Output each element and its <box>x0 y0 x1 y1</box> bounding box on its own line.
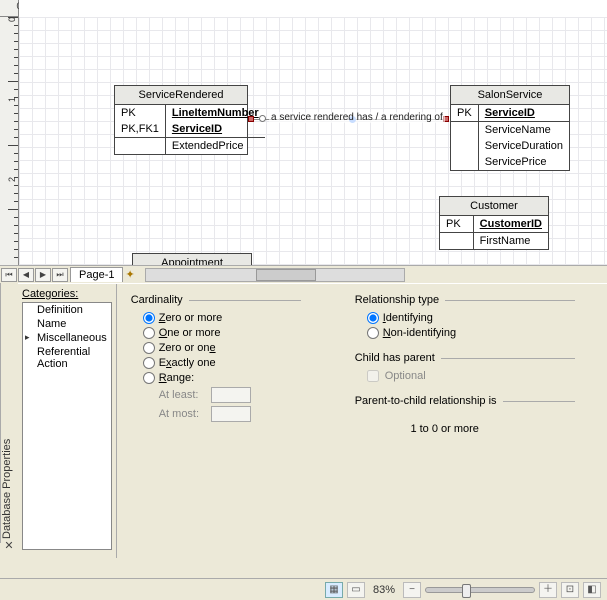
key-label: PK <box>115 105 165 121</box>
categories-label: Categories: <box>22 288 112 300</box>
h-scroll-thumb[interactable] <box>256 269 316 281</box>
at-most-label: At most: <box>159 408 205 420</box>
zoom-percent: 83% <box>373 584 395 596</box>
attr-name: ExtendedPrice <box>165 138 264 154</box>
entity-salon-service[interactable]: SalonService PK ServiceID ServiceName Ser… <box>450 85 570 171</box>
at-least-input[interactable] <box>211 387 251 403</box>
zoom-slider[interactable] <box>425 587 535 593</box>
zoom-in-button[interactable]: ＋ <box>539 582 557 598</box>
key-label: PK,FK1 <box>115 121 165 138</box>
radio-label: Zero or more <box>159 312 223 324</box>
relationship-handle-left[interactable] <box>248 116 254 122</box>
nav-last-button[interactable]: ⏭ <box>52 268 68 282</box>
at-least-label: At least: <box>159 389 205 401</box>
ruler-vertical: 012 <box>0 17 19 265</box>
radio-label: Exactly one <box>159 357 216 369</box>
child-has-parent-title: Child has parent <box>355 352 435 364</box>
cardinality-one-or-more-radio[interactable] <box>143 327 155 339</box>
canvas[interactable]: ServiceRendered PK LineItemNumber PK,FK1 S… <box>19 0 607 265</box>
nav-first-button[interactable]: ⏮ <box>1 268 17 282</box>
radio-label: Non-identifying <box>383 327 456 339</box>
nav-prev-button[interactable]: ◀ <box>18 268 34 282</box>
attr-name: ServiceName <box>478 122 569 138</box>
radio-label: Range: <box>159 372 194 384</box>
entity-appointment[interactable]: Appointment <box>132 253 252 265</box>
properties-close-button[interactable]: ✕ <box>3 540 15 552</box>
properties-pane-title: Database Properties <box>0 283 18 543</box>
child-optional-checkbox[interactable] <box>367 370 379 382</box>
cardinality-exactly-one-radio[interactable] <box>143 357 155 369</box>
relationship-type-title: Relationship type <box>355 294 439 306</box>
view-mode-icon[interactable]: ▦ <box>325 582 343 598</box>
database-properties-pane: Categories: DefinitionNameMiscellaneousR… <box>18 283 607 558</box>
entity-customer[interactable]: Customer PK CustomerID FirstName <box>439 196 549 250</box>
presentation-icon[interactable]: ▭ <box>347 582 365 598</box>
fit-page-button[interactable]: ⊡ <box>561 582 579 598</box>
zoom-out-button[interactable]: − <box>403 582 421 598</box>
ptc-value: 1 to 0 or more <box>355 413 535 445</box>
entity-title: Appointment <box>133 254 251 265</box>
cardinality-zero-or-one-radio[interactable] <box>143 342 155 354</box>
category-item[interactable]: Name <box>23 317 111 331</box>
relationship-identifying-radio[interactable] <box>367 312 379 324</box>
attr-name: ServiceDuration <box>478 138 569 154</box>
attr-name: CustomerID <box>480 218 542 230</box>
radio-label: One or more <box>159 327 221 339</box>
category-item[interactable]: Miscellaneous <box>23 331 111 345</box>
relationship-cardinality-dot <box>259 115 266 122</box>
category-list[interactable]: DefinitionNameMiscellaneousReferential A… <box>22 302 112 550</box>
attr-name: LineItemNumber <box>172 107 259 119</box>
cardinality-zero-or-more-radio[interactable] <box>143 312 155 324</box>
key-label: PK <box>440 216 473 233</box>
attr-name: ServicePrice <box>478 154 569 170</box>
entity-title: SalonService <box>451 86 569 105</box>
new-page-icon[interactable]: ✦ <box>125 268 134 281</box>
entity-title: Customer <box>440 197 548 216</box>
page-tab-strip: ⏮ ◀ ▶ ⏭ Page-1 ✦ <box>0 265 607 283</box>
attr-name: ServiceID <box>172 123 222 135</box>
category-item[interactable]: Referential Action <box>23 345 111 371</box>
key-label: PK <box>451 105 478 122</box>
cardinality-group-title: Cardinality <box>131 294 183 306</box>
relationship-non-identifying-radio[interactable] <box>367 327 379 339</box>
category-item[interactable]: Definition <box>23 303 111 317</box>
h-scrollbar[interactable] <box>145 268 405 282</box>
status-bar: ▦ ▭ 83% − ＋ ⊡ ◧ <box>0 578 607 600</box>
attr-name: FirstName <box>473 233 548 249</box>
checkbox-label: Optional <box>385 370 426 382</box>
radio-label: Identifying <box>383 312 433 324</box>
relationship-label[interactable]: a service rendered has / a rendering of <box>269 112 445 123</box>
pan-zoom-window-button[interactable]: ◧ <box>583 582 601 598</box>
entity-service-rendered[interactable]: ServiceRendered PKLineItemNumber PK,FK1S… <box>114 85 248 155</box>
ptc-title: Parent-to-child relationship is <box>355 395 497 407</box>
entity-title: ServiceRendered <box>115 86 247 105</box>
nav-next-button[interactable]: ▶ <box>35 268 51 282</box>
page-tab[interactable]: Page-1 <box>70 267 123 282</box>
radio-label: Zero or one <box>159 342 216 354</box>
cardinality-range-radio[interactable] <box>143 372 155 384</box>
at-most-input[interactable] <box>211 406 251 422</box>
attr-name: ServiceID <box>485 107 535 119</box>
zoom-thumb[interactable] <box>462 584 471 598</box>
